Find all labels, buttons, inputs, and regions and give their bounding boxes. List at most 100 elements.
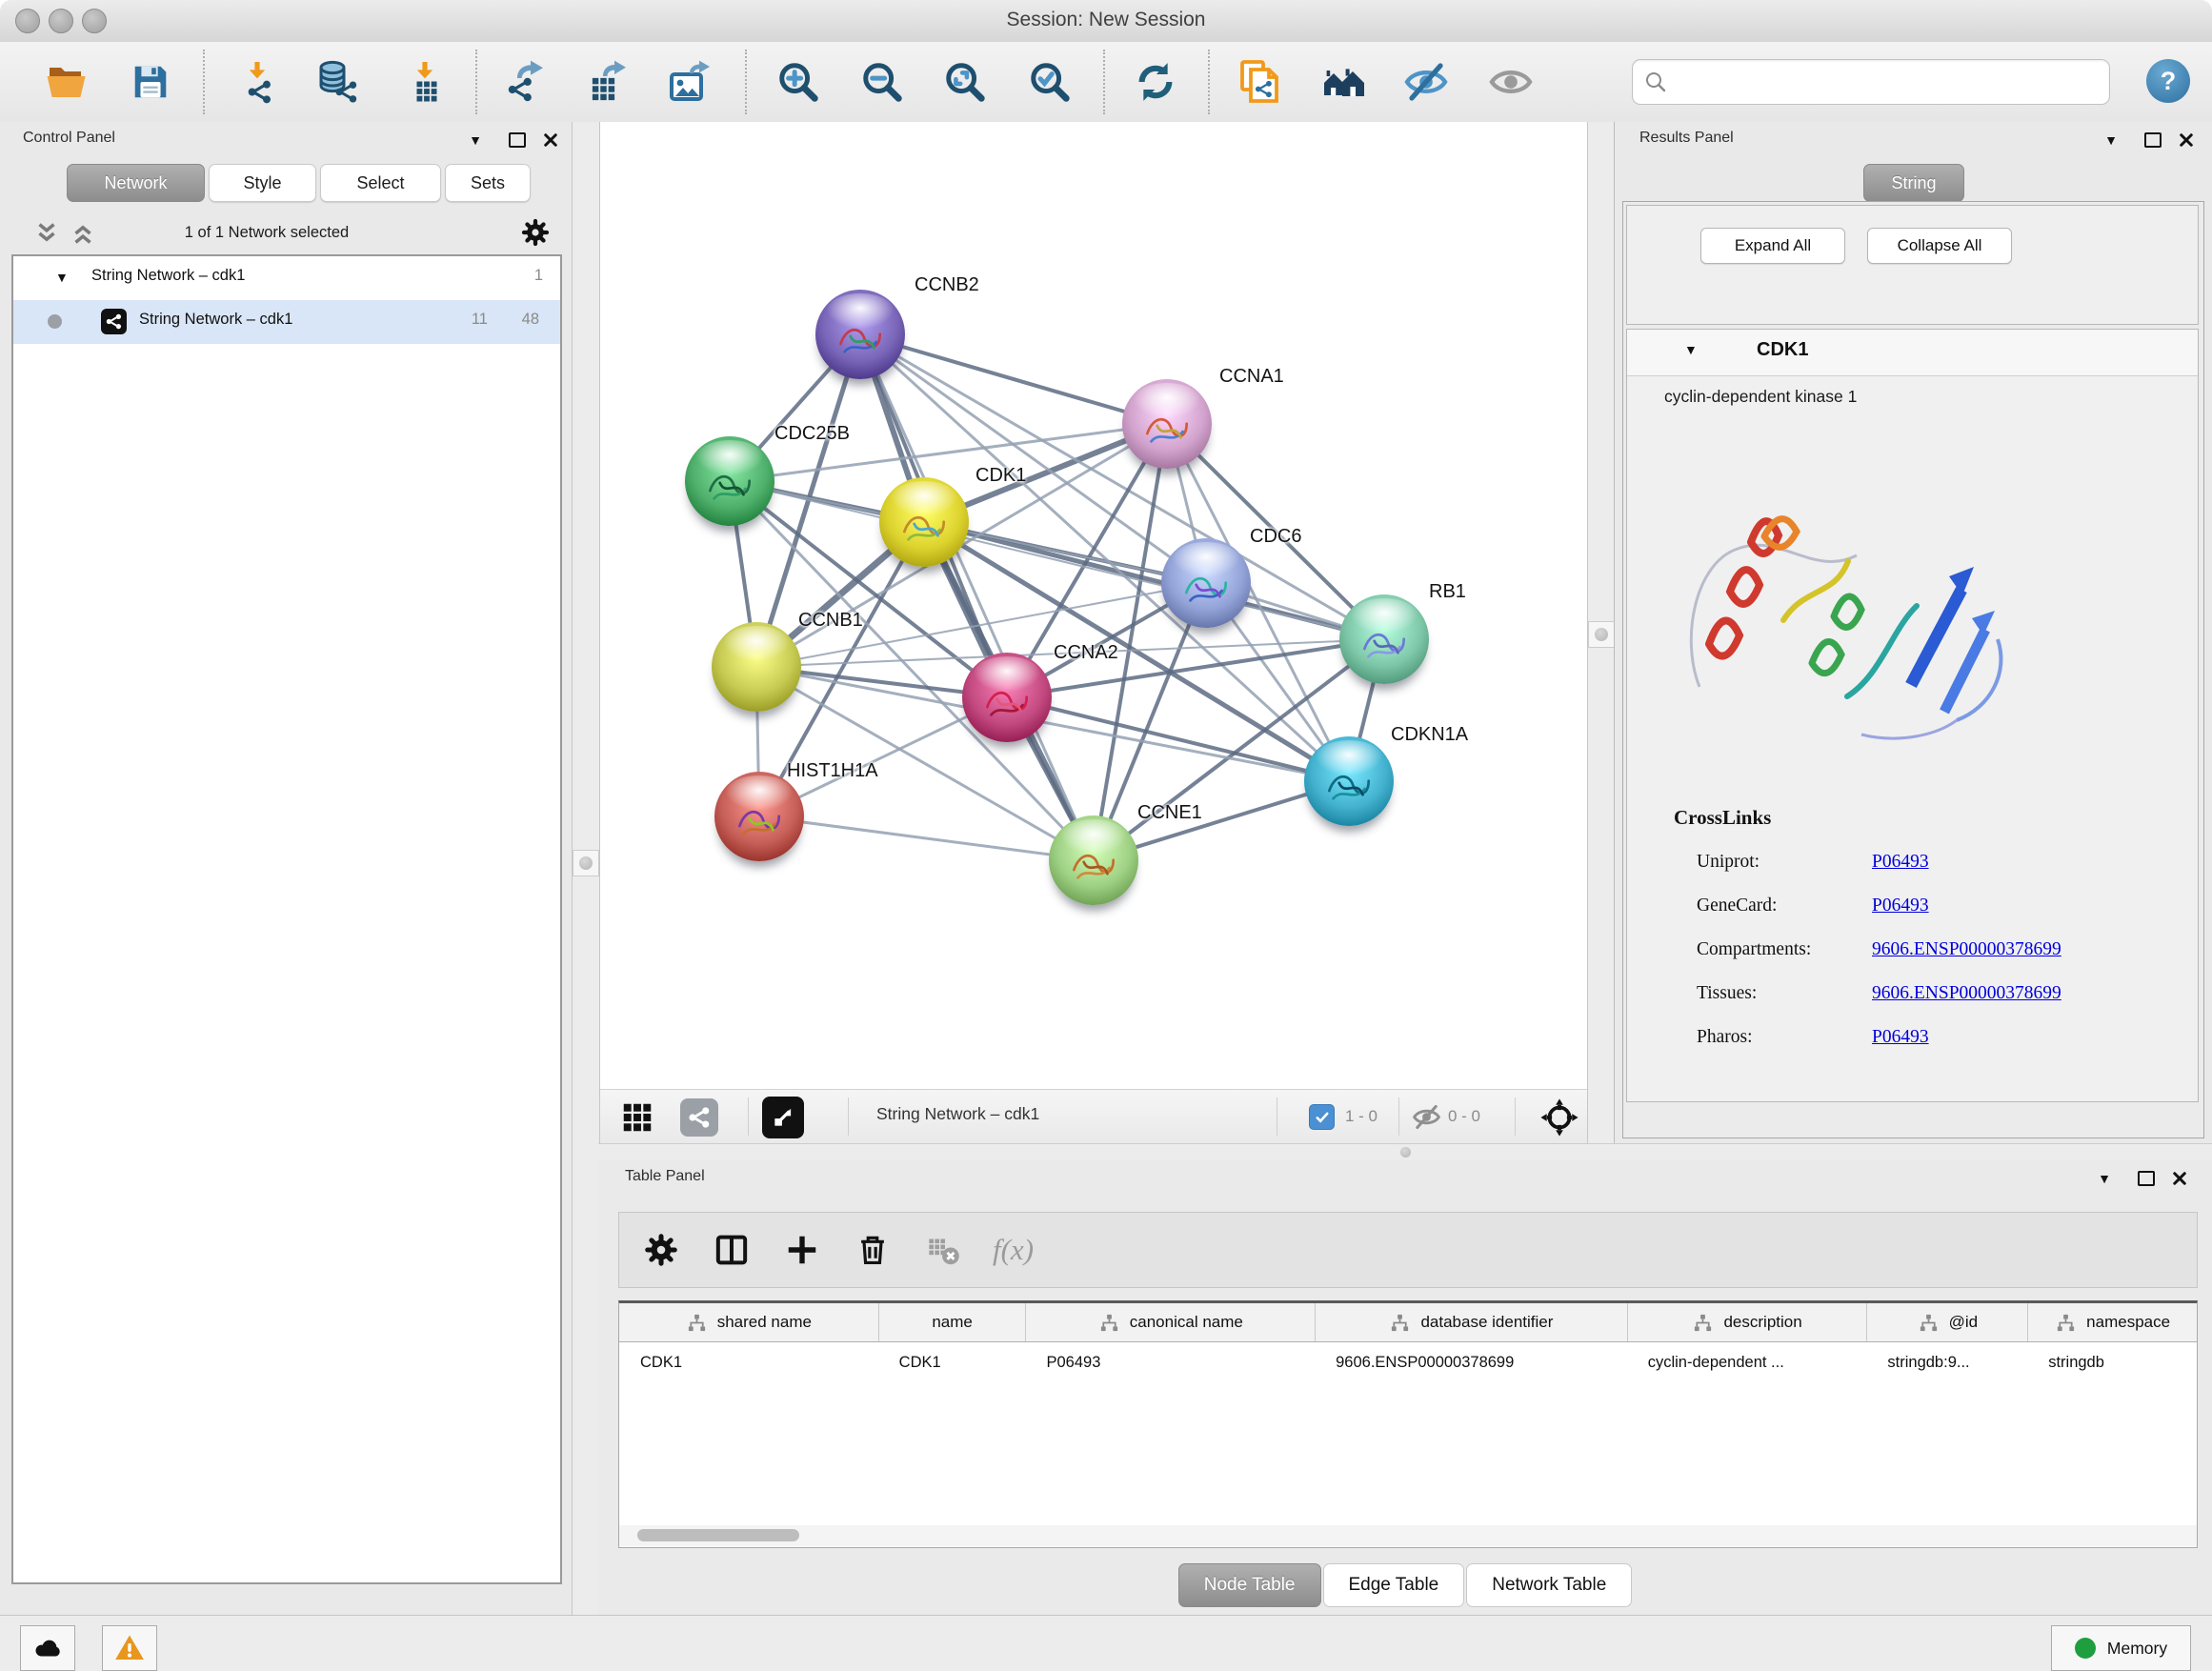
string-home-button[interactable] bbox=[1319, 55, 1369, 109]
delete-table-icon[interactable] bbox=[922, 1229, 964, 1271]
tab-network[interactable]: Network bbox=[67, 164, 205, 202]
column-header-namespace[interactable]: namespace bbox=[2027, 1303, 2197, 1341]
warnings-button[interactable] bbox=[102, 1625, 157, 1671]
right-splitter[interactable] bbox=[1587, 122, 1616, 1143]
string-results-buttons-row: Expand All Collapse All bbox=[1626, 205, 2199, 325]
crosshair-locate-icon[interactable] bbox=[1539, 1097, 1579, 1137]
network-node-CDC6[interactable] bbox=[1161, 538, 1251, 628]
tab-edge-table[interactable]: Edge Table bbox=[1323, 1563, 1465, 1607]
zoom-out-button[interactable] bbox=[857, 55, 907, 109]
network-view-toolbar: String Network – cdk1 1 - 0 0 - 0 bbox=[598, 1089, 1587, 1144]
tab-sets[interactable]: Sets bbox=[445, 164, 531, 202]
open-session-button[interactable] bbox=[42, 55, 91, 109]
results-panel-collapse-icon[interactable]: ▼ bbox=[2097, 130, 2125, 151]
network-node-CCNA2[interactable] bbox=[962, 653, 1052, 742]
expand-all-button[interactable]: Expand All bbox=[1700, 228, 1845, 264]
column-header-description[interactable]: description bbox=[1627, 1303, 1867, 1341]
new-network-from-selection-button[interactable] bbox=[1235, 55, 1284, 109]
network-node-CDK1[interactable] bbox=[879, 477, 969, 567]
function-builder-icon[interactable]: f(x) bbox=[993, 1233, 1034, 1267]
network-node-HIST1H1A[interactable] bbox=[714, 772, 804, 861]
control-panel-float-icon[interactable] bbox=[503, 130, 532, 151]
gene-card-header[interactable]: ▼ CDK1 bbox=[1627, 330, 2198, 376]
export-image-button[interactable] bbox=[665, 55, 714, 109]
control-panel-collapse-icon[interactable]: ▼ bbox=[461, 130, 490, 151]
results-panel-close-icon[interactable] bbox=[2172, 130, 2201, 151]
tissues-link[interactable]: 9606.ENSP00000378699 bbox=[1872, 983, 2061, 1004]
export-table-button[interactable] bbox=[582, 55, 632, 109]
grid-view-icon[interactable] bbox=[619, 1099, 655, 1136]
collapse-all-button[interactable]: Collapse All bbox=[1867, 228, 2012, 264]
edge-CCNB2-CCNE1[interactable] bbox=[860, 334, 1094, 860]
network-node-CCNE1[interactable] bbox=[1049, 815, 1138, 905]
table-options-gear-icon[interactable] bbox=[640, 1229, 682, 1271]
column-header-shared-name[interactable]: shared name bbox=[619, 1303, 878, 1341]
table-panel-close-icon[interactable] bbox=[2165, 1168, 2194, 1189]
network-node-CCNB2[interactable] bbox=[815, 290, 905, 379]
control-panel-close-icon[interactable] bbox=[536, 130, 565, 151]
column-header-name[interactable]: name bbox=[878, 1303, 1026, 1341]
compartments-link[interactable]: 9606.ENSP00000378699 bbox=[1872, 939, 2061, 960]
cloud-status-button[interactable] bbox=[20, 1625, 75, 1671]
horizontal-splitter-handle[interactable] bbox=[1400, 1147, 1411, 1158]
tree-expander-icon[interactable]: ▼ bbox=[55, 270, 69, 285]
fit-content-button[interactable] bbox=[940, 55, 990, 109]
table-row[interactable]: CDK1 CDK1 P06493 9606.ENSP00000378699 cy… bbox=[619, 1342, 2197, 1382]
cell-namespace: stringdb bbox=[2027, 1342, 2197, 1382]
gene-card-expander-icon[interactable]: ▼ bbox=[1684, 342, 1698, 357]
table-panel-float-icon[interactable] bbox=[2132, 1168, 2161, 1189]
left-splitter-handle[interactable] bbox=[573, 850, 599, 876]
left-splitter[interactable] bbox=[572, 122, 600, 1615]
results-panel-float-icon[interactable] bbox=[2139, 130, 2167, 151]
birds-eye-view-button[interactable] bbox=[762, 1097, 804, 1138]
right-splitter-handle[interactable] bbox=[1588, 621, 1615, 648]
zoom-in-button[interactable] bbox=[774, 55, 823, 109]
horizontal-splitter[interactable] bbox=[598, 1143, 2212, 1162]
network-node-CDKN1A[interactable] bbox=[1304, 736, 1394, 826]
horizontal-scrollbar[interactable] bbox=[619, 1525, 2197, 1546]
selected-checkbox-icon[interactable] bbox=[1309, 1104, 1335, 1130]
network-node-RB1[interactable] bbox=[1339, 594, 1429, 684]
search-input[interactable] bbox=[1677, 64, 2100, 100]
column-header-canonical-name[interactable]: canonical name bbox=[1025, 1303, 1315, 1341]
hidden-eye-slash-icon[interactable] bbox=[1412, 1102, 1441, 1132]
network-options-gear-icon[interactable] bbox=[520, 217, 551, 248]
column-header-database-identifier[interactable]: database identifier bbox=[1315, 1303, 1627, 1341]
show-all-button[interactable] bbox=[1486, 55, 1536, 109]
tab-style[interactable]: Style bbox=[209, 164, 316, 202]
help-button[interactable]: ? bbox=[2146, 59, 2190, 103]
export-network-button[interactable] bbox=[500, 55, 550, 109]
refresh-view-button[interactable] bbox=[1131, 55, 1180, 109]
column-header-id[interactable]: @id bbox=[1866, 1303, 2027, 1341]
pharos-link[interactable]: P06493 bbox=[1872, 1027, 1929, 1048]
memory-button[interactable]: Memory bbox=[2051, 1625, 2191, 1671]
show-columns-icon[interactable] bbox=[711, 1229, 753, 1271]
edge-HIST1H1A-CCNE1[interactable] bbox=[759, 816, 1094, 860]
horizontal-scrollbar-thumb[interactable] bbox=[637, 1529, 799, 1541]
network-node-CCNA1[interactable] bbox=[1122, 379, 1212, 469]
table-panel-collapse-icon[interactable]: ▼ bbox=[2090, 1168, 2119, 1189]
delete-column-trash-icon[interactable] bbox=[852, 1229, 894, 1271]
import-table-from-file-button[interactable] bbox=[400, 55, 450, 109]
save-session-button[interactable] bbox=[126, 55, 175, 109]
import-network-from-file-button[interactable] bbox=[232, 55, 282, 109]
genecard-link[interactable]: P06493 bbox=[1872, 896, 1929, 916]
tab-network-table[interactable]: Network Table bbox=[1466, 1563, 1632, 1607]
network-node-CCNB1[interactable] bbox=[712, 622, 801, 712]
edge-CCNB2-CCNA1[interactable] bbox=[860, 334, 1167, 424]
hide-selected-button[interactable] bbox=[1401, 55, 1451, 109]
network-row-selected[interactable]: String Network – cdk1 11 48 bbox=[13, 300, 560, 344]
tab-select[interactable]: Select bbox=[320, 164, 441, 202]
network-canvas[interactable]: CCNB2CCNA1CDC25BCDK1CDC6RB1CCNB1CCNA2CDK… bbox=[598, 122, 1587, 1089]
network-node-CDC25B[interactable] bbox=[685, 436, 774, 526]
tab-string[interactable]: String bbox=[1863, 164, 1964, 202]
node-label-RB1: RB1 bbox=[1429, 581, 1466, 603]
uniprot-link[interactable]: P06493 bbox=[1872, 852, 1929, 873]
zoom-selected-button[interactable] bbox=[1025, 55, 1075, 109]
network-share-icon[interactable] bbox=[680, 1098, 718, 1137]
crosslink-label: Compartments: bbox=[1697, 939, 1811, 960]
import-network-from-database-button[interactable] bbox=[312, 55, 362, 109]
tab-node-table[interactable]: Node Table bbox=[1178, 1563, 1321, 1607]
network-collection-row[interactable]: ▼ String Network – cdk1 1 bbox=[13, 256, 560, 300]
add-column-icon[interactable] bbox=[781, 1229, 823, 1271]
